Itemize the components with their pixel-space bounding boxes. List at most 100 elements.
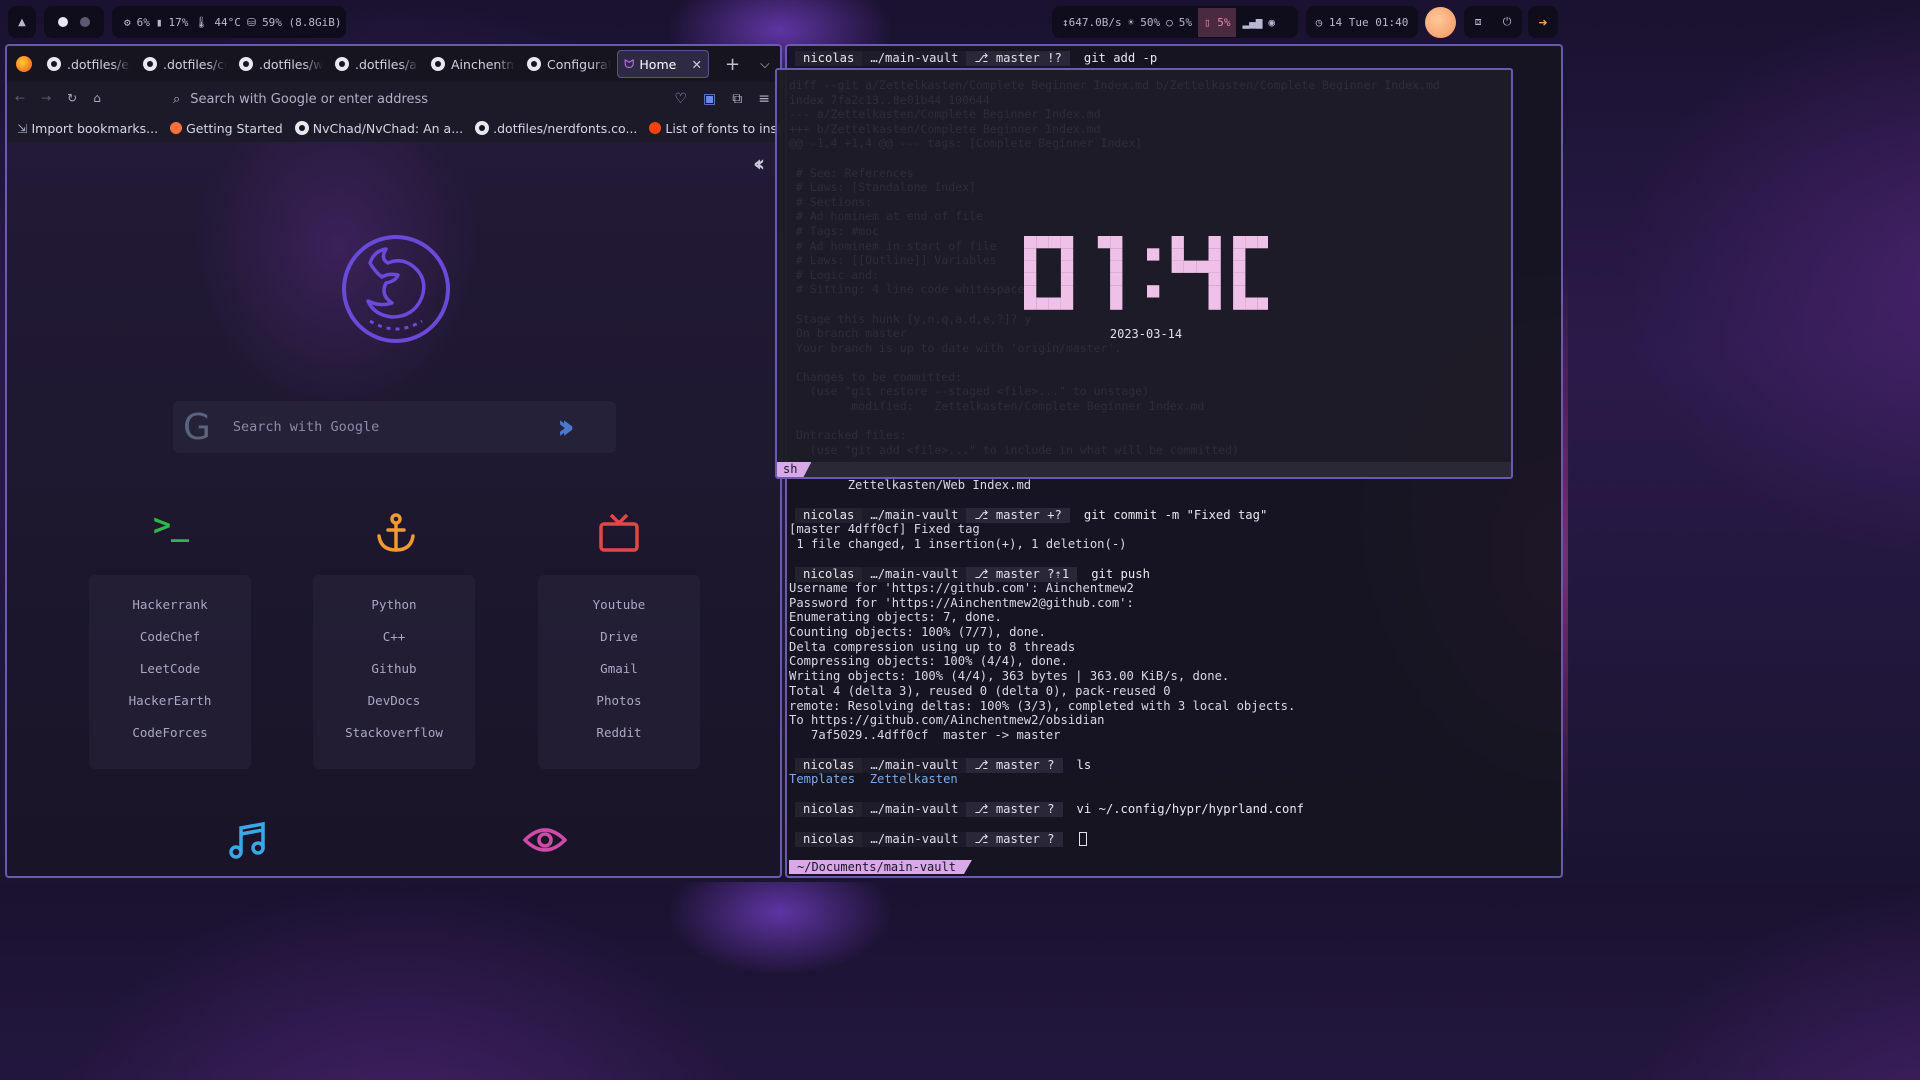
prompt-command: ls xyxy=(1076,758,1092,773)
close-tab-icon[interactable]: ✕ xyxy=(692,57,702,72)
link-devdocs[interactable]: DevDocs xyxy=(368,693,421,708)
import-icon: ⇲ xyxy=(17,120,28,136)
link-leetcode[interactable]: LeetCode xyxy=(140,661,200,676)
clock-text: 14 Tue 01:40 xyxy=(1328,15,1409,29)
firefox-menu-icon[interactable] xyxy=(16,56,32,72)
disk-usage: 59% (8.8GiB) xyxy=(262,15,342,29)
memory-usage: 17% xyxy=(168,15,189,29)
terminal-output-line: Compressing objects: 100% (4/4), done. xyxy=(789,654,1068,669)
logout-arrow-icon[interactable]: ➜ xyxy=(1528,6,1558,38)
link-photos[interactable]: Photos xyxy=(596,693,641,708)
reload-icon[interactable]: ↻ xyxy=(67,91,77,105)
terminal-output-line: 7af5029..4dff0cf master -> master xyxy=(789,727,1061,742)
search-submit-chevrons-icon[interactable]: ›› xyxy=(557,407,575,447)
prompt-user: nicolas xyxy=(795,802,863,818)
battery-level: 5% xyxy=(1217,15,1231,29)
status-indicators: ↕647.0B/s ☀ 50% ○ 5% ▯ 5% ▂▄▆ ◉ xyxy=(1052,6,1298,38)
collapse-sidebar-icon[interactable]: ‹‹ xyxy=(753,152,765,177)
tab-home[interactable]: ᗢ Home ✕ xyxy=(617,50,709,78)
lock-icon[interactable]: ⧈ xyxy=(1475,15,1482,29)
search-icon: ⌕ xyxy=(173,91,181,107)
hamburger-menu-icon[interactable]: ≡ xyxy=(758,91,770,107)
tab-ainchentmew[interactable]: Ainchentm xyxy=(425,57,521,72)
link-stackoverflow[interactable]: Stackoverflow xyxy=(345,725,443,740)
pocket-icon[interactable]: ♡ xyxy=(674,91,687,107)
avatar[interactable] xyxy=(1425,7,1456,38)
link-youtube[interactable]: Youtube xyxy=(593,597,646,612)
link-codechef[interactable]: CodeChef xyxy=(140,629,200,644)
tab-dotfiles-co[interactable]: .dotfiles/co xyxy=(137,57,233,72)
link-drive[interactable]: Drive xyxy=(600,629,638,644)
prompt-path: …/main-vault xyxy=(862,802,967,818)
terminal-prompt-line: nicolas …/main-vault ⎇ master +? git commit… xyxy=(795,507,1267,524)
extensions-icon[interactable]: ⧉ xyxy=(732,91,742,107)
url-placeholder: Search with Google or enter address xyxy=(190,91,429,107)
clock-shell-tab[interactable]: sh xyxy=(777,462,811,477)
terminal-prompt-line: nicolas …/main-vault ⎇ master ? xyxy=(795,831,1087,847)
terminal-status-path: ~/Documents/main-vault xyxy=(789,860,972,874)
google-search-input[interactable] xyxy=(232,419,553,435)
bookmark-import[interactable]: ⇲ Import bookmarks... xyxy=(17,121,158,136)
workspace-2[interactable] xyxy=(80,17,90,27)
github-icon xyxy=(143,57,157,71)
github-icon xyxy=(431,57,445,71)
bookmark-getting-started[interactable]: Getting Started xyxy=(170,121,283,136)
github-icon xyxy=(475,121,490,135)
reddit-icon xyxy=(649,122,662,134)
link-codeforces[interactable]: CodeForces xyxy=(132,725,207,740)
discord-icon[interactable]: ◉ xyxy=(1268,16,1275,29)
bookmark-nerdfonts[interactable]: .dotfiles/nerdfonts.co... xyxy=(475,121,637,136)
home-icon[interactable]: ⌂ xyxy=(93,91,101,105)
directory-entry: Zettelkasten xyxy=(869,772,973,786)
tab-dotfiles-w[interactable]: .dotfiles/w xyxy=(233,57,329,72)
disk-icon: ⛁ xyxy=(246,15,257,29)
firefox-icon xyxy=(170,122,183,134)
toolbar-icons: ♡ ▣ ⧉ ≡ xyxy=(674,86,770,112)
volume-level[interactable]: 5% xyxy=(1179,16,1192,29)
link-python[interactable]: Python xyxy=(371,597,416,612)
terminal-prompt-line: nicolas …/main-vault ⎇ master ? ls xyxy=(795,757,1092,774)
link-github[interactable]: Github xyxy=(371,661,416,676)
link-reddit[interactable]: Reddit xyxy=(596,725,641,740)
link-hackerearth[interactable]: HackerEarth xyxy=(129,693,212,708)
volume-icon: ○ xyxy=(1166,15,1173,29)
coding-links-card: Hackerrank CodeChef LeetCode HackerEarth… xyxy=(89,575,251,769)
prompt-git-branch: ⎇ master ? xyxy=(966,802,1063,818)
clock[interactable]: ◷ 14 Tue 01:40 xyxy=(1306,6,1418,38)
terminal-prompt-line: nicolas …/main-vault ⎇ master ? vi ~/.confi… xyxy=(795,801,1304,818)
launcher-button[interactable]: ▲ xyxy=(8,6,36,38)
tab-list-chevron-icon[interactable]: ⌵ xyxy=(760,56,769,72)
power-icon[interactable]: ⏻ xyxy=(1503,15,1512,29)
bookmark-fonts-list[interactable]: List of fonts to install s... xyxy=(649,121,780,136)
eye-icon xyxy=(523,828,567,852)
temperature: 44°C xyxy=(214,15,241,29)
extension-bitwarden-icon[interactable]: ▣ xyxy=(703,91,716,107)
prompt-path: …/main-vault xyxy=(862,831,967,847)
terminal-output-line: 1 file changed, 1 insertion(+), 1 deleti… xyxy=(789,536,1127,551)
terminal-cursor[interactable] xyxy=(1078,832,1087,847)
floating-clock-window[interactable]: diff --git a/Zettelkasten/Complete Begin… xyxy=(775,68,1513,479)
signal-icon[interactable]: ▂▄▆ xyxy=(1242,16,1262,29)
tab-dotfiles-au[interactable]: .dotfiles/au xyxy=(329,57,425,72)
bookmark-nvchad[interactable]: NvChad/NvChad: An a... xyxy=(294,121,463,136)
terminal-icon: >_ xyxy=(153,508,190,543)
google-search-box: G ›› xyxy=(173,401,616,453)
forward-icon[interactable]: → xyxy=(41,91,51,105)
tab-dotfiles-ex[interactable]: .dotfiles/ex xyxy=(41,57,137,72)
clock-date: 2023-03-14 xyxy=(1109,327,1183,341)
link-cpp[interactable]: C++ xyxy=(383,629,406,644)
tv-icon xyxy=(599,513,639,552)
brightness-level[interactable]: 50% xyxy=(1140,16,1160,29)
back-icon[interactable]: ← xyxy=(15,91,25,105)
link-hackerrank[interactable]: Hackerrank xyxy=(132,597,207,612)
new-tab-button[interactable]: + xyxy=(725,54,740,75)
network-speed: ↕647.0B/s xyxy=(1062,15,1122,29)
link-gmail[interactable]: Gmail xyxy=(600,661,638,676)
google-icon: G xyxy=(183,406,211,448)
terminal-output-line: Enumerating objects: 7, done. xyxy=(789,610,1002,625)
memory-icon: ▮ xyxy=(155,15,163,29)
workspace-1[interactable] xyxy=(58,17,68,27)
url-bar[interactable]: ⌕ Search with Google or enter address xyxy=(167,86,622,112)
brightness-icon: ☀ xyxy=(1127,15,1135,29)
tab-configuration[interactable]: Configurat xyxy=(521,57,617,72)
